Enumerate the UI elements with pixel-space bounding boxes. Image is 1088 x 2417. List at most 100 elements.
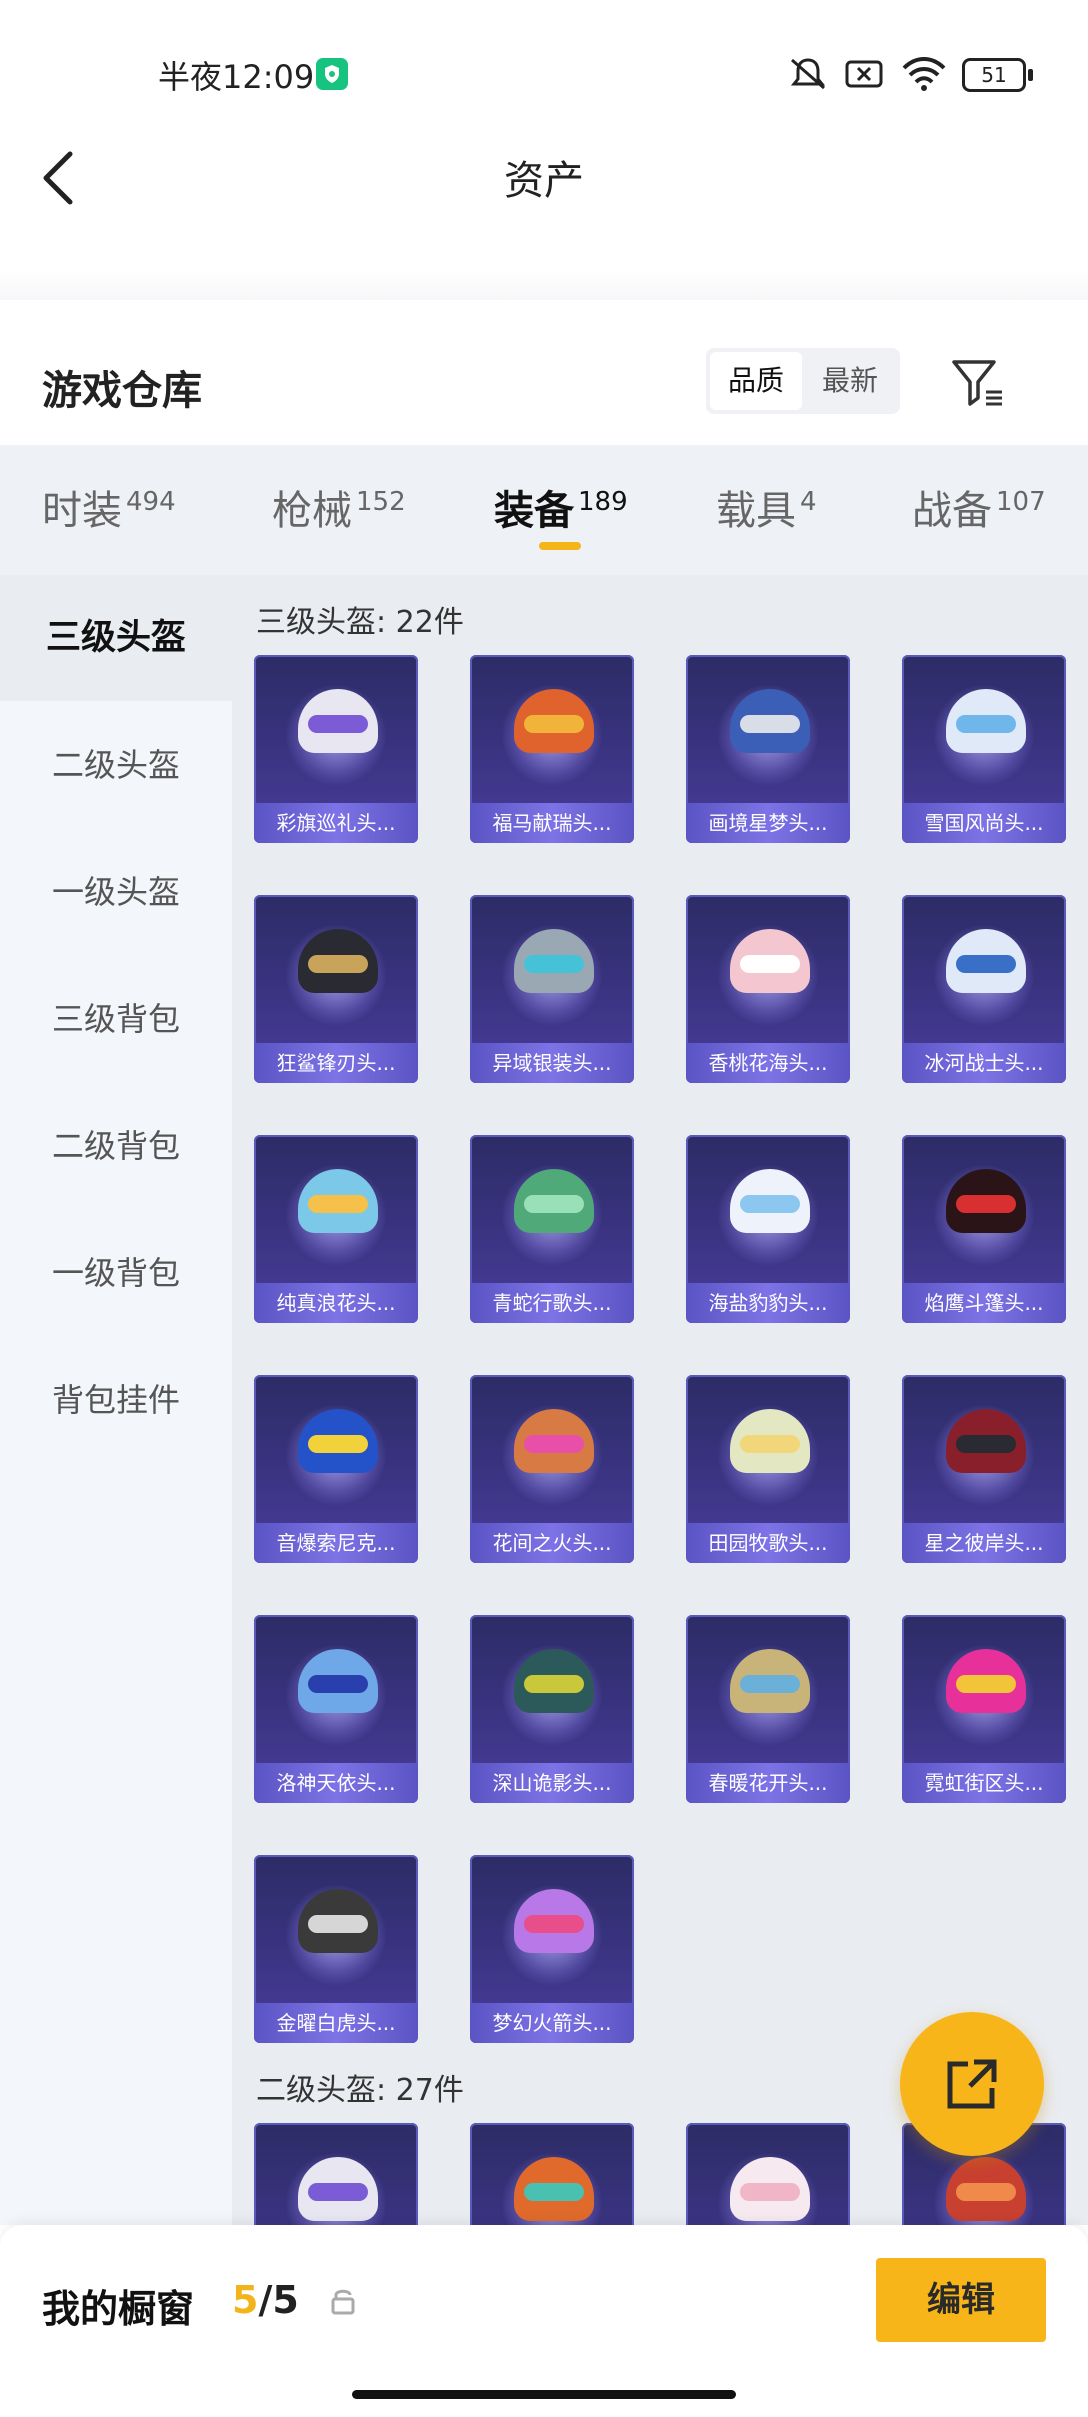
sidebar-item-level1-backpack[interactable]: 一级背包 — [0, 1210, 232, 1336]
battery-indicator: 51 — [962, 58, 1033, 92]
item-card[interactable]: 异域银装头... — [470, 895, 634, 1083]
tab-guns[interactable]: 枪械 152 — [272, 478, 406, 536]
item-card[interactable]: 冰河战士头... — [902, 895, 1066, 1083]
helmet-visor — [524, 1435, 584, 1453]
item-name: 金曜白虎头... — [254, 2003, 418, 2043]
nav-divider — [0, 270, 1088, 300]
helmet-icon — [726, 1403, 814, 1487]
helmet-icon — [294, 2151, 382, 2225]
showcase-label: 我的橱窗 — [42, 2287, 195, 2331]
helmet-visor — [308, 1675, 368, 1693]
helmet-icon — [294, 1643, 382, 1727]
item-card[interactable]: 香桃花海头... — [686, 895, 850, 1083]
item-card[interactable]: 深山诡影头... — [470, 1615, 634, 1803]
helmet-icon — [294, 923, 382, 1007]
item-name: 雪国风尚头... — [902, 803, 1066, 843]
helmet-visor — [524, 1675, 584, 1693]
helmet-visor — [524, 715, 584, 733]
item-name: 洛神天依头... — [254, 1763, 418, 1803]
item-card[interactable]: 雪国风尚头... — [902, 655, 1066, 843]
item-card[interactable]: 纯真浪花头... — [254, 1135, 418, 1323]
status-time: 半夜12:09 — [158, 58, 315, 96]
tab-fashion[interactable]: 时装 494 — [42, 478, 176, 536]
sort-quality-button[interactable]: 品质 — [710, 352, 802, 410]
sidebar-item-level1-helmet[interactable]: 一级头盔 — [0, 829, 232, 955]
tab-supplies[interactable]: 战备 107 — [912, 478, 1046, 536]
item-card[interactable]: 星之彼岸头... — [902, 1375, 1066, 1563]
item-name: 画境星梦头... — [686, 803, 850, 843]
item-card[interactable]: 田园牧歌头... — [686, 1375, 850, 1563]
item-card[interactable]: 海盐豹豹头... — [686, 1135, 850, 1323]
helmet-icon — [942, 1403, 1030, 1487]
item-card[interactable] — [254, 2123, 418, 2225]
helmet-visor — [524, 1195, 584, 1213]
helmet-visor — [956, 1675, 1016, 1693]
sidebar-item-level3-helmet[interactable]: 三级头盔 — [0, 575, 232, 701]
tab-vehicles[interactable]: 载具 4 — [716, 478, 817, 536]
item-name: 海盐豹豹头... — [686, 1283, 850, 1323]
item-card[interactable]: 梦幻火箭头... — [470, 1855, 634, 2043]
tab-equipment[interactable]: 装备 189 — [494, 478, 628, 536]
sidebar-item-level3-backpack[interactable]: 三级背包 — [0, 956, 232, 1082]
sidebar-item-level2-backpack[interactable]: 二级背包 — [0, 1083, 232, 1209]
item-card[interactable]: 霓虹街区头... — [902, 1615, 1066, 1803]
item-card[interactable]: 洛神天依头... — [254, 1615, 418, 1803]
helmet-icon — [726, 2151, 814, 2225]
helmet-visor — [308, 1435, 368, 1453]
helmet-visor — [740, 2183, 800, 2201]
item-card[interactable]: 春暖花开头... — [686, 1615, 850, 1803]
item-name: 田园牧歌头... — [686, 1523, 850, 1563]
warehouse-title: 游戏仓库 — [42, 368, 202, 414]
item-card[interactable] — [686, 2123, 850, 2225]
item-card[interactable]: 画境星梦头... — [686, 655, 850, 843]
helmet-visor — [524, 1915, 584, 1933]
item-card[interactable]: 花间之火头... — [470, 1375, 634, 1563]
helmet-icon — [294, 683, 382, 767]
helmet-icon — [726, 1163, 814, 1247]
helmet-visor — [956, 715, 1016, 733]
item-name: 冰河战士头... — [902, 1043, 1066, 1083]
helmet-visor — [956, 955, 1016, 973]
item-card[interactable]: 音爆索尼克... — [254, 1375, 418, 1563]
item-name: 春暖花开头... — [686, 1763, 850, 1803]
active-tab-indicator — [539, 542, 581, 550]
sidebar-item-backpack-charm[interactable]: 背包挂件 — [0, 1337, 232, 1463]
item-name: 香桃花海头... — [686, 1043, 850, 1083]
item-card[interactable]: 青蛇行歌头... — [470, 1135, 634, 1323]
item-name: 霓虹街区头... — [902, 1763, 1066, 1803]
share-button[interactable] — [900, 2012, 1044, 2156]
helmet-icon — [510, 1643, 598, 1727]
item-name: 纯真浪花头... — [254, 1283, 418, 1323]
item-card[interactable]: 金曜白虎头... — [254, 1855, 418, 2043]
item-name: 梦幻火箭头... — [470, 2003, 634, 2043]
item-card[interactable] — [470, 2123, 634, 2225]
helmet-visor — [956, 1195, 1016, 1213]
item-card[interactable]: 福马献瑞头... — [470, 655, 634, 843]
helmet-icon — [942, 1163, 1030, 1247]
helmet-visor — [308, 955, 368, 973]
helmet-icon — [510, 1883, 598, 1967]
helmet-visor — [524, 2183, 584, 2201]
helmet-visor — [740, 1195, 800, 1213]
helmet-visor — [740, 1435, 800, 1453]
item-name: 花间之火头... — [470, 1523, 634, 1563]
sort-newest-button[interactable]: 最新 — [804, 352, 896, 410]
item-card[interactable]: 彩旗巡礼头... — [254, 655, 418, 843]
item-card[interactable]: 狂鲨锋刃头... — [254, 895, 418, 1083]
helmet-icon — [942, 683, 1030, 767]
edit-button[interactable]: 编辑 — [876, 2258, 1046, 2342]
helmet-icon — [510, 2151, 598, 2225]
item-name: 异域银装头... — [470, 1043, 634, 1083]
helmet-icon — [726, 923, 814, 1007]
helmet-visor — [956, 2183, 1016, 2201]
helmet-visor — [740, 955, 800, 973]
sidebar: 三级头盔 二级头盔 一级头盔 三级背包 二级背包 一级背包 背包挂件 — [0, 575, 232, 2225]
sidebar-item-level2-helmet[interactable]: 二级头盔 — [0, 702, 232, 828]
item-card[interactable]: 焰鹰斗篷头... — [902, 1135, 1066, 1323]
group-title-level2-helmet: 二级头盔: 27件 — [256, 2073, 464, 2108]
helmet-icon — [942, 923, 1030, 1007]
group-title-level3-helmet: 三级头盔: 22件 — [256, 605, 464, 640]
filter-icon[interactable] — [950, 354, 1006, 410]
helmet-icon — [510, 1163, 598, 1247]
item-name: 音爆索尼克... — [254, 1523, 418, 1563]
